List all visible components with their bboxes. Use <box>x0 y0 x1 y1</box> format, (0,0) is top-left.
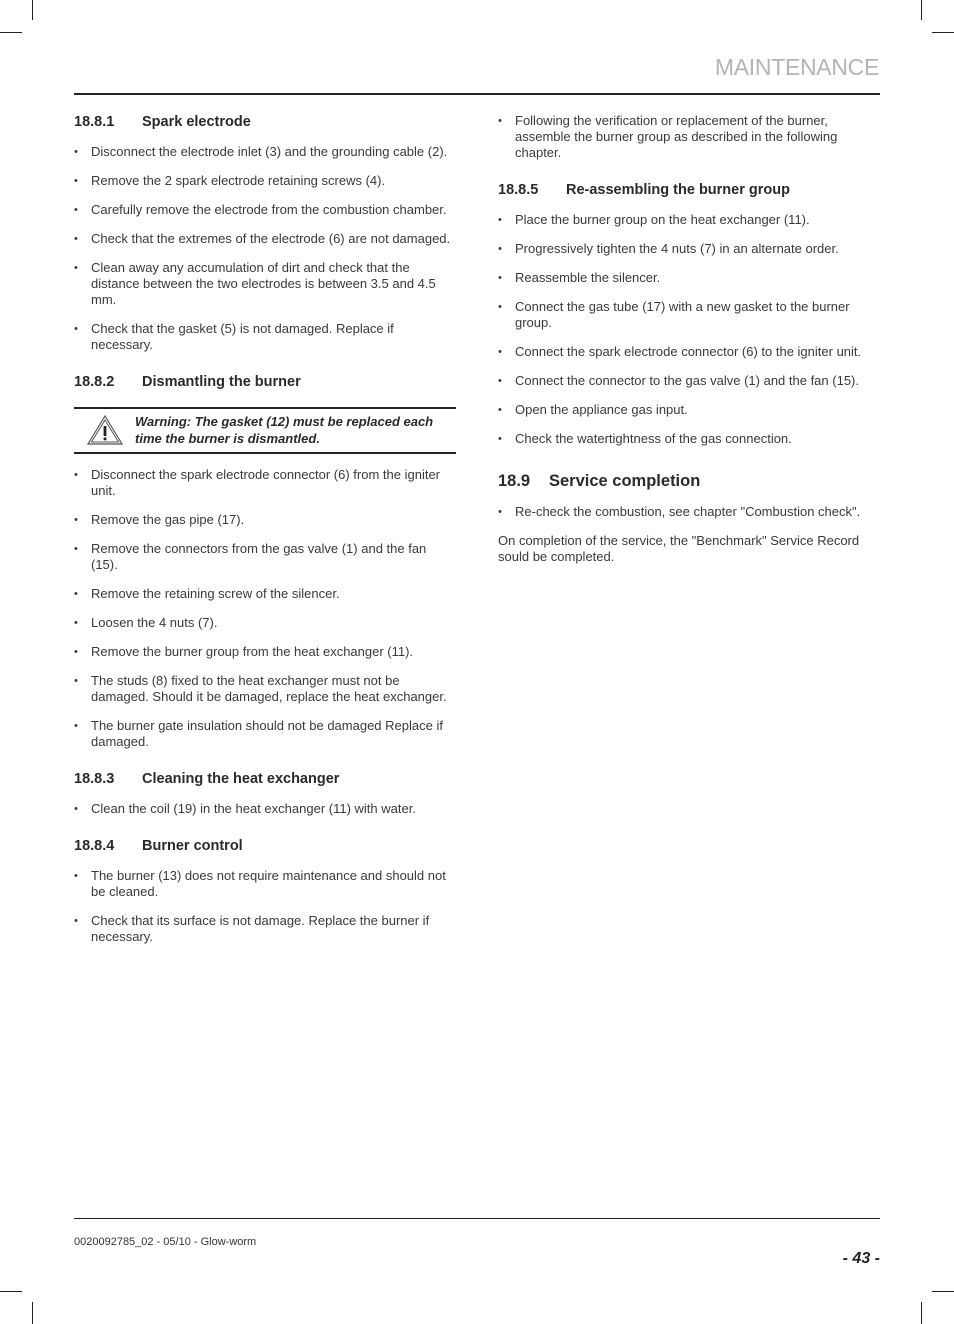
list-item: Loosen the 4 nuts (7). <box>74 615 456 631</box>
list-item: Connect the connector to the gas valve (… <box>498 373 880 389</box>
section-number: 18.8.2 <box>74 374 115 390</box>
bullet-list: The burner (13) does not require mainten… <box>74 868 456 945</box>
section-title: Service completion <box>549 472 701 490</box>
bullet-list: Disconnect the electrode inlet (3) and t… <box>74 144 456 353</box>
section-heading: 18.8.1 Spark electrode <box>74 113 456 131</box>
list-item: Place the burner group on the heat excha… <box>498 212 880 228</box>
section-title: Spark electrode <box>142 114 251 130</box>
list-item: Disconnect the spark electrode connector… <box>74 467 456 499</box>
section-number: 18.8.3 <box>74 771 115 787</box>
list-item: Remove the retaining screw of the silenc… <box>74 586 456 602</box>
list-item: The studs (8) fixed to the heat exchange… <box>74 673 456 705</box>
list-item: Connect the gas tube (17) with a new gas… <box>498 299 880 331</box>
page-header-title: MAINTENANCE <box>714 54 879 80</box>
section-title: Cleaning the heat exchanger <box>142 771 340 787</box>
crop-mark <box>932 32 954 33</box>
list-item: Remove the gas pipe (17). <box>74 512 456 528</box>
section-cleaning-heat-exchanger: 18.8.3 Cleaning the heat exchanger Clean… <box>74 770 456 817</box>
section-spark-electrode: 18.8.1 Spark electrode Disconnect the el… <box>74 113 456 353</box>
warning-triangle-icon <box>74 414 135 446</box>
section-number: 18.9 <box>498 472 531 490</box>
section-heading: 18.9 Service completion <box>498 471 880 491</box>
section-heading: 18.8.5 Re-assembling the burner group <box>498 181 880 199</box>
list-item: The burner (13) does not require mainten… <box>74 868 456 900</box>
section-title: Re-assembling the burner group <box>566 182 790 198</box>
section-title: Burner control <box>142 838 243 854</box>
section-burner-control: 18.8.4 Burner control The burner (13) do… <box>74 837 456 945</box>
footer-document-reference: 0020092785_02 - 05/10 - Glow-worm <box>74 1236 257 1248</box>
section-heading: 18.8.3 Cleaning the heat exchanger <box>74 770 456 788</box>
right-column: Following the verification or replacemen… <box>498 113 880 565</box>
section-dismantling-burner: 18.8.2 Dismantling the burner Warning: T… <box>74 373 456 750</box>
list-item: Re-check the combustion, see chapter "Co… <box>498 504 880 520</box>
list-item: Clean the coil (19) in the heat exchange… <box>74 801 456 817</box>
list-item: Check that the gasket (5) is not damaged… <box>74 321 456 353</box>
warning-box: Warning: The gasket (12) must be replace… <box>74 407 456 454</box>
crop-mark <box>32 1302 33 1324</box>
page-number: - 43 - <box>842 1250 880 1267</box>
bullet-list-continued: Following the verification or replacemen… <box>498 113 880 161</box>
section-service-completion: 18.9 Service completion Re-check the com… <box>498 471 880 565</box>
footer-divider <box>74 1218 880 1219</box>
section-number: 18.8.5 <box>498 182 539 198</box>
list-item: Disconnect the electrode inlet (3) and t… <box>74 144 456 160</box>
list-item: Following the verification or replacemen… <box>498 113 880 161</box>
crop-mark <box>921 0 922 20</box>
list-item: Carefully remove the electrode from the … <box>74 202 456 218</box>
section-heading: 18.8.4 Burner control <box>74 837 456 855</box>
crop-mark <box>921 1302 922 1324</box>
list-item: Connect the spark electrode connector (6… <box>498 344 880 360</box>
list-item: Check the watertightness of the gas conn… <box>498 431 880 447</box>
section-number: 18.8.1 <box>74 114 115 130</box>
crop-mark <box>932 1291 954 1292</box>
bullet-list: Clean the coil (19) in the heat exchange… <box>74 801 456 817</box>
list-item: The burner gate insulation should not be… <box>74 718 456 750</box>
section-title: Dismantling the burner <box>142 374 301 390</box>
list-item: Progressively tighten the 4 nuts (7) in … <box>498 241 880 257</box>
section-heading: 18.8.2 Dismantling the burner <box>74 373 456 391</box>
section-reassembling-burner: 18.8.5 Re-assembling the burner group Pl… <box>498 181 880 447</box>
section-number: 18.8.4 <box>74 838 115 854</box>
list-item: Check that the extremes of the electrode… <box>74 231 456 247</box>
list-item: Remove the connectors from the gas valve… <box>74 541 456 573</box>
warning-text: Warning: The gasket (12) must be replace… <box>135 414 434 446</box>
list-item: Check that its surface is not damage. Re… <box>74 913 456 945</box>
paragraph: On completion of the service, the "Bench… <box>498 533 860 564</box>
list-item: Clean away any accumulation of dirt and … <box>74 260 456 308</box>
bullet-list: Place the burner group on the heat excha… <box>498 212 880 447</box>
list-item: Open the appliance gas input. <box>498 402 880 418</box>
crop-mark <box>0 32 22 33</box>
list-item: Reassemble the silencer. <box>498 270 880 286</box>
list-item: Remove the burner group from the heat ex… <box>74 644 456 660</box>
header-divider <box>74 93 880 95</box>
bullet-list: Disconnect the spark electrode connector… <box>74 467 456 750</box>
crop-mark <box>32 0 33 20</box>
left-column: 18.8.1 Spark electrode Disconnect the el… <box>74 113 456 945</box>
crop-mark <box>0 1291 22 1292</box>
list-item: Remove the 2 spark electrode retaining s… <box>74 173 456 189</box>
bullet-list: Re-check the combustion, see chapter "Co… <box>498 504 880 520</box>
